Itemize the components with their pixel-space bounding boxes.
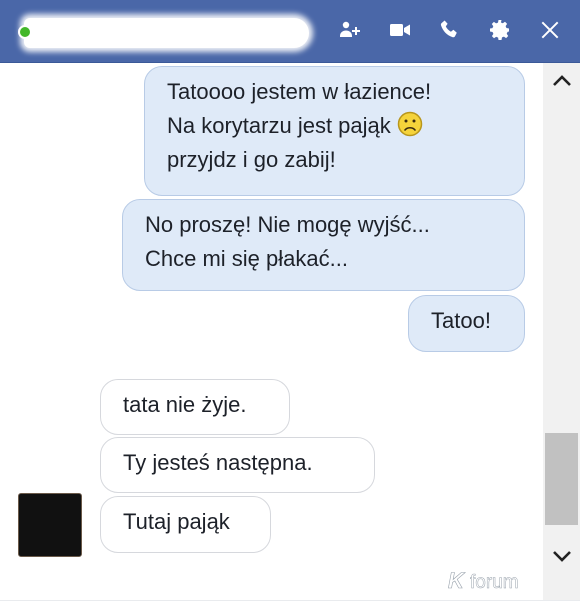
add-friend-icon[interactable] (334, 14, 366, 46)
incoming-message: Tutaj pająk (100, 496, 271, 553)
incoming-message: Ty jesteś następna. (100, 437, 375, 493)
online-status-icon (18, 25, 32, 39)
chevron-up-icon (552, 75, 571, 86)
message-line: Tatoo! (431, 308, 491, 333)
message-line: Ty jesteś następna. (123, 450, 313, 475)
outgoing-message: Tatoo! (408, 295, 525, 352)
outgoing-message: Tatoooo jestem w łazience! Na korytarzu … (144, 66, 525, 196)
chevron-down-icon (552, 551, 571, 562)
message-line: przyjdz i go zabij! (167, 147, 336, 172)
scrollbar[interactable] (543, 63, 580, 600)
message-line-text: Na korytarzu jest pająk (167, 113, 391, 138)
close-icon[interactable] (534, 14, 566, 46)
redacted-contact-name (24, 18, 309, 48)
watermark-text: forum (470, 572, 519, 593)
svg-text:K: K (448, 568, 466, 593)
phone-icon[interactable] (434, 14, 466, 46)
outgoing-message: No proszę! Nie mogę wyjść... Chce mi się… (122, 199, 525, 291)
scroll-up-button[interactable] (543, 63, 580, 99)
message-line: Na korytarzu jest pająk (167, 109, 502, 143)
message-line: No proszę! Nie mogę wyjść... (145, 212, 430, 237)
message-line: Tutaj pająk (123, 509, 230, 534)
gear-icon[interactable] (484, 14, 516, 46)
header-toolbar (334, 12, 566, 48)
message-line: Chce mi się płakać... (145, 246, 348, 271)
forum-watermark: K forum (446, 566, 566, 596)
message-line: Tatoooo jestem w łazience! (167, 79, 432, 104)
video-call-icon[interactable] (384, 14, 416, 46)
avatar[interactable] (18, 493, 82, 557)
scroll-thumb[interactable] (545, 433, 578, 525)
incoming-message: tata nie żyje. (100, 379, 290, 435)
chat-header (0, 0, 580, 63)
message-line: tata nie żyje. (123, 392, 247, 417)
sad-face-icon (397, 111, 423, 137)
